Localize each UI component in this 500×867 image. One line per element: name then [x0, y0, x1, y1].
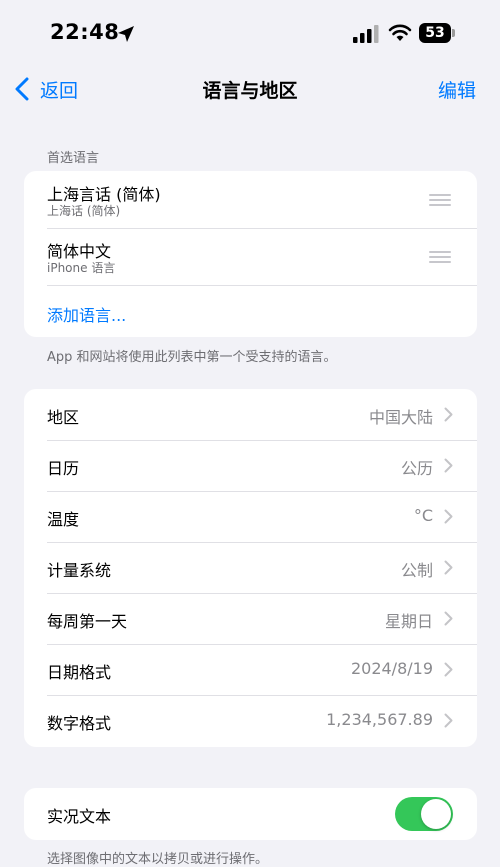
edit-button[interactable]: 编辑: [438, 76, 476, 103]
chevron-right-icon: [444, 611, 453, 626]
region-settings-list: 地区 中国大陆 日历 公历 温度 °C 计量系统 公制 每周第一天 星期日 日期…: [24, 389, 477, 747]
setting-label: 温度: [47, 510, 80, 529]
live-text-footer: 选择图像中的文本以拷贝或进行操作。: [47, 852, 269, 867]
preferred-languages-header: 首选语言: [47, 151, 100, 166]
setting-value: 公历: [400, 459, 433, 478]
chevron-right-icon: [444, 458, 453, 473]
setting-row-first-day-of-week[interactable]: 每周第一天 星期日: [24, 593, 477, 644]
setting-label: 日期格式: [47, 663, 112, 682]
language-subtitle: 上海话 (简体): [47, 204, 121, 218]
chevron-right-icon: [444, 509, 453, 524]
setting-label: 数字格式: [47, 714, 112, 733]
add-language-button[interactable]: 添加语言...: [24, 285, 477, 337]
battery-icon: 53: [419, 23, 455, 43]
chevron-right-icon: [444, 560, 453, 575]
preferred-languages-list: 上海言话 (简体) 上海话 (简体) 简体中文 iPhone 语言 添加语言..…: [24, 171, 477, 337]
add-language-label: 添加语言...: [47, 306, 127, 325]
chevron-right-icon: [444, 662, 453, 677]
setting-row-live-text: 实况文本: [24, 788, 477, 839]
setting-value: 公制: [400, 561, 433, 580]
toggle-knob: [421, 799, 451, 829]
status-bar: 22:48 53: [0, 0, 500, 66]
setting-value: 中国大陆: [368, 408, 433, 427]
language-subtitle: iPhone 语言: [47, 261, 116, 275]
battery-level: 53: [419, 23, 451, 43]
setting-label: 地区: [47, 408, 80, 427]
setting-row-date-format[interactable]: 日期格式 2024/8/19: [24, 644, 477, 695]
chevron-right-icon: [444, 713, 453, 728]
setting-label: 计量系统: [47, 561, 112, 580]
setting-row-calendar[interactable]: 日历 公历: [24, 440, 477, 491]
setting-value: 1,234,567.89: [326, 710, 433, 729]
setting-row-measurement-system[interactable]: 计量系统 公制: [24, 542, 477, 593]
setting-value: 2024/8/19: [350, 659, 433, 678]
setting-row-temperature[interactable]: 温度 °C: [24, 491, 477, 542]
language-row[interactable]: 上海言话 (简体) 上海话 (简体): [24, 171, 477, 228]
setting-label: 每周第一天: [47, 612, 128, 631]
navigation-bar: 返回 语言与地区 编辑: [0, 66, 500, 110]
page-title: 语言与地区: [202, 80, 298, 102]
battery-tip: [452, 29, 455, 37]
setting-value: °C: [413, 506, 433, 525]
live-text-toggle[interactable]: [395, 797, 453, 831]
language-row[interactable]: 简体中文 iPhone 语言: [24, 228, 477, 285]
live-text-card: 实况文本: [24, 788, 477, 840]
setting-value: 星期日: [384, 612, 433, 631]
setting-label: 实况文本: [47, 807, 112, 826]
setting-row-region[interactable]: 地区 中国大陆: [24, 389, 477, 440]
location-arrow-icon: [118, 26, 134, 42]
wifi-icon: [388, 24, 412, 41]
preferred-languages-footer: App 和网站将使用此列表中第一个受支持的语言。: [47, 350, 337, 365]
reorder-handle-icon[interactable]: [429, 194, 451, 206]
chevron-right-icon: [444, 407, 453, 422]
status-time: 22:48: [50, 20, 120, 44]
setting-row-number-format[interactable]: 数字格式 1,234,567.89: [24, 695, 477, 746]
setting-label: 日历: [47, 459, 80, 478]
reorder-handle-icon[interactable]: [429, 251, 451, 263]
cellular-signal-icon: [353, 25, 379, 43]
